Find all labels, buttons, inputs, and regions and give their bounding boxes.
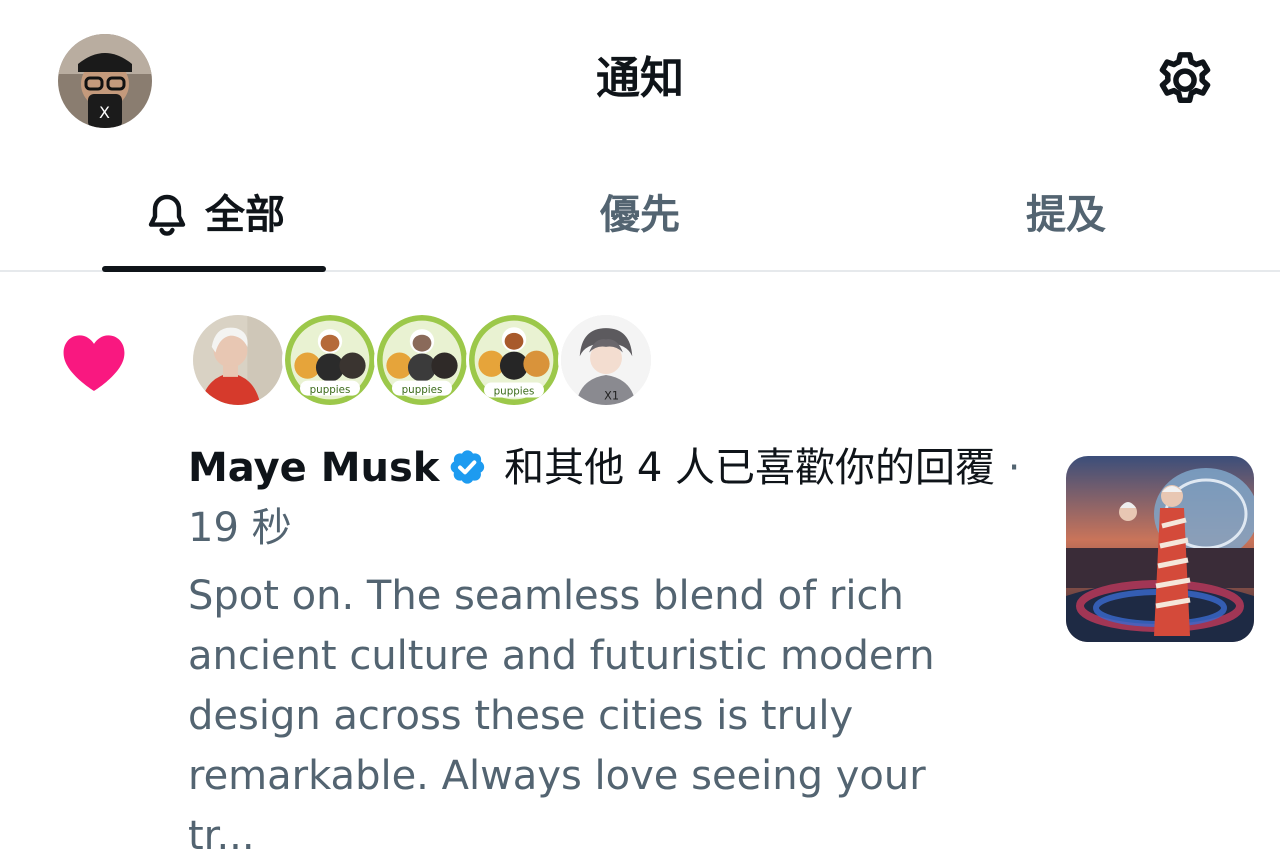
svg-text:puppies: puppies [494,386,535,398]
notification-item[interactable]: puppies puppies puppies X1 Maye Musk 和其他… [0,274,1280,859]
reply-media-thumbnail[interactable] [1066,456,1254,642]
tab-priority[interactable]: 優先 [528,160,752,270]
maye-musk-avatar[interactable] [190,312,286,408]
tab-all-label: 全部 [205,192,285,238]
puppies-avatar[interactable]: puppies [282,312,378,408]
tab-mentions-label: 提及 [1026,192,1106,238]
tab-selected-indicator [102,266,326,272]
tab-all[interactable]: 全部 [102,160,326,270]
gear-icon [1159,52,1211,103]
page-title: 通知 [596,53,684,104]
anime-avatar[interactable]: X1 [558,312,654,408]
liker-avatars: puppies puppies puppies X1 [190,312,670,412]
notification-tabs: 全部 優先 提及 [0,160,1280,272]
settings-button[interactable] [1152,48,1218,114]
heart-icon [60,330,128,394]
top-bar: X 通知 [0,0,1280,160]
user-name-link[interactable]: Maye Musk [188,445,439,491]
svg-text:puppies: puppies [310,384,351,396]
svg-text:X1: X1 [604,389,619,402]
svg-text:puppies: puppies [402,384,443,396]
tab-priority-label: 優先 [600,192,680,238]
reply-preview-text: Spot on. The seamless blend of rich anci… [188,573,935,859]
verified-badge-icon [447,447,487,487]
puppies-avatar[interactable]: puppies [466,312,562,408]
puppies-avatar[interactable]: puppies [374,312,470,408]
notification-action-text: 和其他 4 人已喜歡你的回覆 [491,445,995,491]
bell-icon [148,194,186,236]
notification-text: Maye Musk 和其他 4 人已喜歡你的回覆 · 19 秒 [188,438,1038,558]
tab-mentions[interactable]: 提及 [954,160,1178,270]
